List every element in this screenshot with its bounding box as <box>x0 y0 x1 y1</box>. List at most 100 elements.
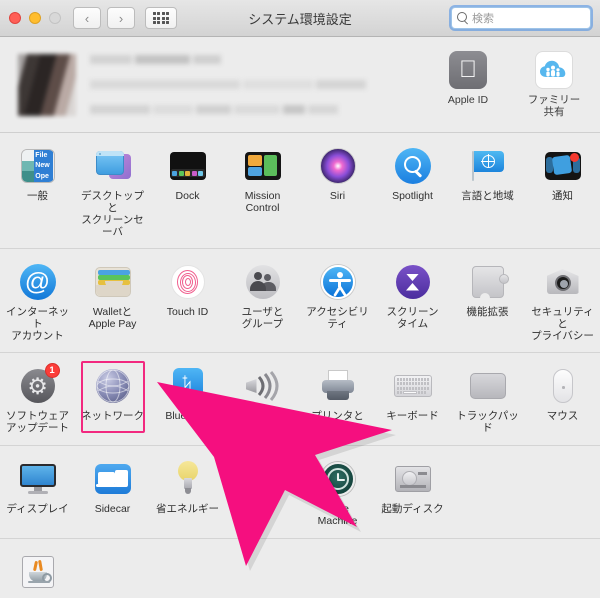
pref-item-language-region[interactable]: 言語と地域 <box>450 141 525 242</box>
pref-item-keyboard[interactable]: キーボード <box>375 361 450 439</box>
pref-label: ソフトウェア アップデート <box>6 410 69 434</box>
pref-item-desktop-screensaver[interactable]: デスクトップと スクリーンセーバ <box>75 141 150 242</box>
account-actions:  Apple ID ファミリー 共有 <box>436 51 586 118</box>
pref-label: アクセシビリティ <box>306 306 369 330</box>
pref-label: Spotlight <box>392 190 433 202</box>
account-name-redacted <box>90 51 369 119</box>
pref-item-accessibility[interactable]: アクセシビリティ <box>300 257 375 346</box>
pref-item-spotlight[interactable]: Spotlight <box>375 141 450 242</box>
keyboard-icon <box>393 366 433 406</box>
security-privacy-icon <box>543 262 583 302</box>
pref-label: マウス <box>546 410 579 422</box>
pref-label-line1: デスクトップと <box>81 190 144 214</box>
java-icon <box>18 552 58 592</box>
pref-item-software-update[interactable]: ⚙ 1 ソフトウェア アップデート <box>0 361 75 439</box>
pref-label-line1: Time <box>326 503 349 515</box>
apple-id-item[interactable]:  Apple ID <box>436 51 500 118</box>
search-input[interactable]: 検索 <box>451 7 591 29</box>
apple-account-band[interactable]:  Apple ID ファミリー 共有 <box>0 37 600 133</box>
show-all-grid-button[interactable] <box>145 7 177 29</box>
preference-grid: File New Ope 一般 デスクトップと スクリーンセーバ Dock Mi… <box>0 141 600 242</box>
window-titlebar: ‹ › システム環境設定 検索 <box>0 0 600 37</box>
search-icon <box>457 12 469 24</box>
display-icon <box>18 459 58 499</box>
back-button[interactable]: ‹ <box>73 7 101 29</box>
extensions-icon <box>468 262 509 303</box>
pref-item-energy-saver[interactable]: 省エネルギー <box>150 454 225 532</box>
pref-label-line1: Mission <box>244 190 281 202</box>
pref-item-extensions[interactable]: 機能拡張 <box>450 257 525 346</box>
pref-label: 機能拡張 <box>466 306 509 318</box>
pref-item-internet-accounts[interactable]: @ インターネット アカウント <box>0 257 75 346</box>
pref-item-printers-scanners[interactable]: プリンタと スキャナ <box>300 361 375 439</box>
pref-item-sidecar[interactable]: Sidecar <box>75 454 150 532</box>
bluetooth-icon: ᛪ <box>168 366 208 406</box>
pref-label: 通知 <box>552 190 573 202</box>
pref-item-users-groups[interactable]: ユーザと グループ <box>225 257 300 346</box>
pref-item-general[interactable]: File New Ope 一般 <box>0 141 75 242</box>
pref-label: ネットワーク <box>81 410 144 422</box>
account-name-line <box>90 51 369 69</box>
apple-logo-icon:  <box>449 51 487 89</box>
pref-item-network[interactable]: ネットワーク <box>75 361 150 439</box>
siri-icon <box>318 146 358 186</box>
sidecar-icon <box>93 459 133 499</box>
pref-label: サウンド <box>241 410 284 422</box>
pref-item-notifications[interactable]: 通知 <box>525 141 600 242</box>
pref-item-display[interactable]: ディスプレイ <box>0 454 75 532</box>
pref-label-line1: プリンタと <box>311 410 364 422</box>
pref-item-bluetooth[interactable]: ᛪ Bluetooth <box>150 361 225 439</box>
pref-label: トラックパッド <box>456 410 519 434</box>
pref-label-line2: グループ <box>241 318 284 330</box>
pref-label-line1: セキュリティと <box>531 306 594 330</box>
touch-id-icon <box>168 262 208 302</box>
minimize-button[interactable] <box>29 12 41 24</box>
pref-item-sharing[interactable]: 共有 <box>225 454 300 532</box>
pref-label: 一般 <box>27 190 48 202</box>
pref-item-trackpad[interactable]: トラックパッド <box>450 361 525 439</box>
pref-item-startup-disk[interactable]: 起動ディスク <box>375 454 450 532</box>
pref-label-line2: タイム <box>396 318 429 330</box>
pref-item-siri[interactable]: Siri <box>300 141 375 242</box>
pref-item-empty-1 <box>450 454 525 532</box>
pref-item-sound[interactable]: サウンド <box>225 361 300 439</box>
search-container[interactable]: 検索 <box>451 7 591 29</box>
pref-item-screen-time[interactable]: スクリーン タイム <box>375 257 450 346</box>
pref-item-empty-2 <box>525 454 600 532</box>
printers-scanners-icon <box>318 366 358 406</box>
pref-item-wallet-apple-pay[interactable]: Walletと Apple Pay <box>75 257 150 346</box>
preferences-section-3: ⚙ 1 ソフトウェア アップデート ネットワーク ᛪ Bluetooth サウン… <box>0 353 600 446</box>
language-region-icon <box>468 146 508 186</box>
pref-item-dock[interactable]: Dock <box>150 141 225 242</box>
sound-icon <box>243 366 283 406</box>
pref-item-security-privacy[interactable]: セキュリティと プライバシー <box>525 257 600 346</box>
family-sharing-label: ファミリー 共有 <box>528 94 581 118</box>
pref-label: 起動ディスク <box>381 503 444 515</box>
pref-label-line1: インターネット <box>6 306 69 330</box>
family-sharing-label-line2: 共有 <box>543 106 565 118</box>
pref-label-line2: Machine <box>317 515 358 527</box>
pref-item-mission-control[interactable]: Mission Control <box>225 141 300 242</box>
avatar[interactable] <box>18 53 76 116</box>
preference-grid: Java <box>0 547 600 598</box>
pref-label-line2: スクリーンセーバ <box>81 214 144 238</box>
pref-label: キーボード <box>386 410 439 422</box>
pref-item-time-machine[interactable]: Time Machine <box>300 454 375 532</box>
family-sharing-cloud-icon <box>535 51 573 89</box>
pref-label: Time Machine <box>318 503 358 527</box>
close-button[interactable] <box>9 12 21 24</box>
preferences-section-1: File New Ope 一般 デスクトップと スクリーンセーバ Dock Mi… <box>0 133 600 249</box>
pref-label-line2: アップデート <box>6 422 69 434</box>
pref-label-line2: Control <box>245 202 280 214</box>
dock-icon <box>168 146 208 186</box>
pref-item-touch-id[interactable]: Touch ID <box>150 257 225 346</box>
pref-label: Dock <box>175 190 200 202</box>
family-sharing-item[interactable]: ファミリー 共有 <box>522 51 586 118</box>
pref-item-mouse[interactable]: マウス <box>525 361 600 439</box>
forward-button[interactable]: › <box>107 7 135 29</box>
pref-label: Bluetooth <box>165 410 210 422</box>
general-icon: File New Ope <box>18 146 58 186</box>
pref-item-java[interactable]: Java <box>0 547 75 598</box>
pref-label: デスクトップと スクリーンセーバ <box>77 190 148 238</box>
account-detail-line-2 <box>90 101 369 119</box>
